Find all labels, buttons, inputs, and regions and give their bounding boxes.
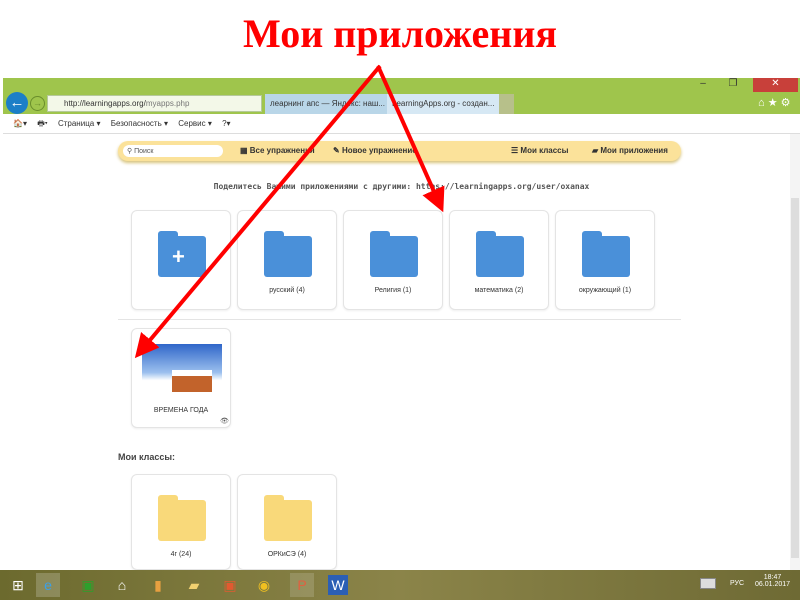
folder-icon xyxy=(582,231,630,277)
folder-icon xyxy=(264,495,312,541)
ie-icon[interactable]: e xyxy=(36,573,60,597)
chrome-icon[interactable]: ◉ xyxy=(252,573,276,597)
forward-button[interactable]: → xyxy=(30,96,45,111)
excel-icon[interactable]: ▣ xyxy=(76,573,100,597)
class-card[interactable]: 4г (24) xyxy=(131,474,231,570)
keyboard-icon[interactable] xyxy=(700,578,716,589)
powerpoint-icon[interactable]: P xyxy=(290,573,314,597)
browser-window: – ❐ ✕ ← → http://learningapps.org/myapps… xyxy=(3,78,800,570)
print-icon[interactable]: 🖶▾ xyxy=(37,119,48,128)
folder-icon xyxy=(158,495,206,541)
class-card[interactable]: ОРКиСЭ (4) xyxy=(237,474,337,570)
folder-card[interactable]: русский (4) xyxy=(237,210,337,310)
site-navbar: ⚲ Поиск ▦ Все упражнения ✎ Новое упражне… xyxy=(118,141,681,161)
folder-icon xyxy=(264,231,312,277)
command-bar: 🏠▾ 🖶▾ Страница ▾ Безопасность ▾ Сервис ▾… xyxy=(3,114,800,134)
folder-icon xyxy=(370,231,418,277)
new-tab-button[interactable] xyxy=(499,94,514,114)
add-folder-icon: + xyxy=(158,231,206,277)
scrollbar-thumb[interactable] xyxy=(791,198,799,558)
home-icon[interactable]: ⌂ xyxy=(110,573,134,597)
search-input[interactable]: ⚲ Поиск xyxy=(123,145,223,157)
app-card[interactable]: ВРЕМЕНА ГОДА 👁 xyxy=(131,328,231,428)
explorer-icon[interactable]: ▰ xyxy=(182,573,206,597)
menu-security[interactable]: Безопасность ▾ xyxy=(111,119,168,128)
close-button[interactable]: ✕ xyxy=(753,78,798,92)
folder-card[interactable]: окружающий (1) xyxy=(555,210,655,310)
house-image xyxy=(172,370,212,392)
media-icon[interactable]: ▣ xyxy=(218,573,242,597)
nav-my-apps[interactable]: ▰ Мои приложения xyxy=(592,146,668,155)
app-icon[interactable]: ▮ xyxy=(146,573,170,597)
classes-heading: Мои классы: xyxy=(118,452,176,462)
folder-icon xyxy=(476,231,524,277)
slide-title: Мои приложения xyxy=(242,11,558,56)
word-icon[interactable]: W xyxy=(328,575,348,595)
nav-my-classes[interactable]: ☰ Мои классы xyxy=(511,146,568,155)
home-favorites-settings-icons[interactable]: ⌂ ★ ⚙ xyxy=(758,96,790,109)
home-icon[interactable]: 🏠▾ xyxy=(13,119,27,128)
start-icon[interactable]: ⊞ xyxy=(6,573,30,597)
tab-yandex[interactable]: леарнинг апс — Яндекс: наш... xyxy=(265,94,387,114)
nav-new-exercise[interactable]: ✎ Новое упражнение xyxy=(333,146,417,155)
share-text: Поделитесь Вашими приложениями с другими… xyxy=(213,182,590,191)
view-icon[interactable]: 👁 xyxy=(220,417,229,425)
language-indicator[interactable]: РУС xyxy=(730,580,744,587)
back-button[interactable]: ← xyxy=(6,92,28,114)
tab-learningapps[interactable]: LearningApps.org - создан... xyxy=(387,94,499,114)
menu-tools[interactable]: Сервис ▾ xyxy=(178,119,212,128)
restore-button[interactable]: ❐ xyxy=(718,78,748,92)
browser-chrome: – ❐ ✕ ← → http://learningapps.org/myapps… xyxy=(3,78,800,114)
folder-card[interactable]: Религия (1) xyxy=(343,210,443,310)
minimize-button[interactable]: – xyxy=(693,78,713,92)
clock[interactable]: 18:47 06.01.2017 xyxy=(755,574,790,588)
help-icon[interactable]: ?▾ xyxy=(222,119,230,128)
folder-card[interactable]: математика (2) xyxy=(449,210,549,310)
app-thumbnail xyxy=(142,344,222,396)
menu-page[interactable]: Страница ▾ xyxy=(58,119,101,128)
new-folder-card[interactable]: + xyxy=(131,210,231,310)
divider xyxy=(118,319,681,320)
taskbar: ⊞ e ▣ ⌂ ▮ ▰ ▣ ◉ P W РУС 18:47 06.01.2017 xyxy=(0,570,800,600)
address-bar[interactable]: http://learningapps.org/myapps.php xyxy=(47,95,262,112)
nav-all-exercises[interactable]: ▦ Все упражнения xyxy=(240,146,315,155)
